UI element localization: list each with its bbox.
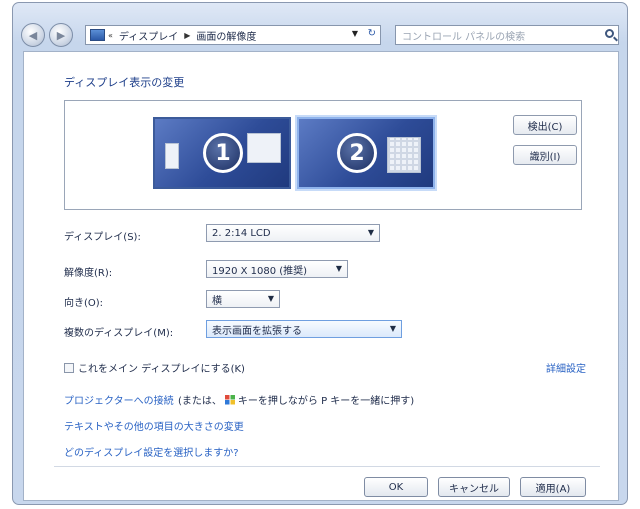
multiple-displays-select-value: 表示画面を拡張する — [212, 325, 302, 337]
refresh-icon[interactable]: ↻ — [368, 28, 376, 39]
monitor-1-number-badge: 1 — [203, 133, 243, 173]
windows-key-icon — [224, 394, 235, 405]
monitor-arrangement-area: 1 2 検出(C) 識別(I) — [64, 100, 582, 210]
footer-divider — [54, 466, 600, 467]
main-display-checkbox-row[interactable]: これをメイン ディスプレイにする(K) — [64, 360, 245, 375]
page-title: ディスプレイ表示の変更 — [64, 76, 185, 89]
search-input[interactable]: コントロール パネルの検索 — [395, 25, 619, 45]
resolution-select-value: 1920 X 1080 (推奨) — [212, 265, 308, 277]
chevron-down-icon: ▼ — [389, 324, 396, 333]
forward-button[interactable]: ▶ — [49, 23, 73, 47]
resolution-select[interactable]: 1920 X 1080 (推奨) ▼ — [206, 260, 348, 278]
display-label: ディスプレイ(S): — [64, 232, 141, 243]
chevron-down-icon: ▼ — [335, 264, 342, 273]
monitor-1-device-icon — [165, 143, 179, 169]
monitor-1-screen-icon — [247, 133, 281, 163]
cancel-button[interactable]: キャンセル — [438, 477, 510, 497]
back-button[interactable]: ◀ — [21, 23, 45, 47]
identify-button[interactable]: 識別(I) — [513, 145, 577, 165]
projector-shortcut-hint: (または、 キーを押しながら P キーを一緒に押す) — [178, 392, 414, 407]
chevron-down-icon: ▼ — [367, 228, 374, 237]
detect-button[interactable]: 検出(C) — [513, 115, 577, 135]
multiple-displays-label: 複数のディスプレイ(M): — [64, 328, 174, 339]
search-placeholder: コントロール パネルの検索 — [402, 31, 526, 43]
monitor-2-number-badge: 2 — [337, 133, 377, 173]
display-select-value: 2. 2:14 LCD — [212, 227, 271, 239]
main-display-checkbox[interactable] — [64, 362, 74, 373]
address-dropdown-icon[interactable]: ▼ — [352, 29, 358, 38]
resolution-label: 解像度(R): — [64, 268, 113, 279]
orientation-select[interactable]: 横 ▼ — [206, 290, 280, 308]
ok-button[interactable]: OK — [364, 477, 428, 497]
monitor-2[interactable]: 2 — [297, 117, 435, 189]
back-arrow-icon: ◀ — [28, 28, 38, 42]
main-display-checkbox-label[interactable]: これをメイン ディスプレイにする(K) — [78, 360, 245, 375]
orientation-label: 向き(O): — [64, 298, 104, 309]
advanced-settings-link[interactable]: 詳細設定 — [546, 360, 586, 375]
breadcrumb-resolution[interactable]: 画面の解像度 — [196, 28, 256, 43]
multiple-displays-select[interactable]: 表示画面を拡張する ▼ — [206, 320, 402, 338]
title-bar: ◀ ▶ « ディスプレイ ▶ 画面の解像度 ▼ ↻ コントロール パネルの検索 — [13, 3, 627, 53]
breadcrumb-separator-icon: ▶ — [184, 30, 191, 40]
chevron-down-icon: ▼ — [267, 294, 274, 303]
content-pane: ディスプレイ表示の変更 1 2 検出(C) 識別(I) ディスプレイ(S): 2… — [23, 51, 619, 501]
monitor-2-keypad-icon — [387, 137, 421, 173]
projector-hint-suffix: キーを押しながら P キーを一緒に押す) — [237, 396, 415, 407]
search-icon[interactable] — [605, 29, 614, 38]
display-select[interactable]: 2. 2:14 LCD ▼ — [206, 224, 380, 242]
orientation-select-value: 横 — [212, 295, 222, 307]
text-size-link[interactable]: テキストやその他の項目の大きさの変更 — [64, 418, 244, 433]
breadcrumb-display[interactable]: ディスプレイ — [119, 28, 178, 43]
projector-hint-prefix: (または、 — [178, 396, 222, 407]
control-panel-window: ◀ ▶ « ディスプレイ ▶ 画面の解像度 ▼ ↻ コントロール パネルの検索 … — [12, 2, 628, 505]
which-setting-link[interactable]: どのディスプレイ設定を選択しますか? — [64, 444, 239, 459]
address-bar[interactable]: « ディスプレイ ▶ 画面の解像度 ▼ ↻ — [85, 25, 381, 45]
monitor-1[interactable]: 1 — [153, 117, 291, 189]
projector-link[interactable]: プロジェクターへの接続 — [64, 392, 174, 407]
apply-button[interactable]: 適用(A) — [520, 477, 586, 497]
forward-arrow-icon: ▶ — [56, 28, 66, 42]
control-panel-icon — [90, 29, 105, 41]
breadcrumb-overflow-icon[interactable]: « — [108, 31, 113, 40]
